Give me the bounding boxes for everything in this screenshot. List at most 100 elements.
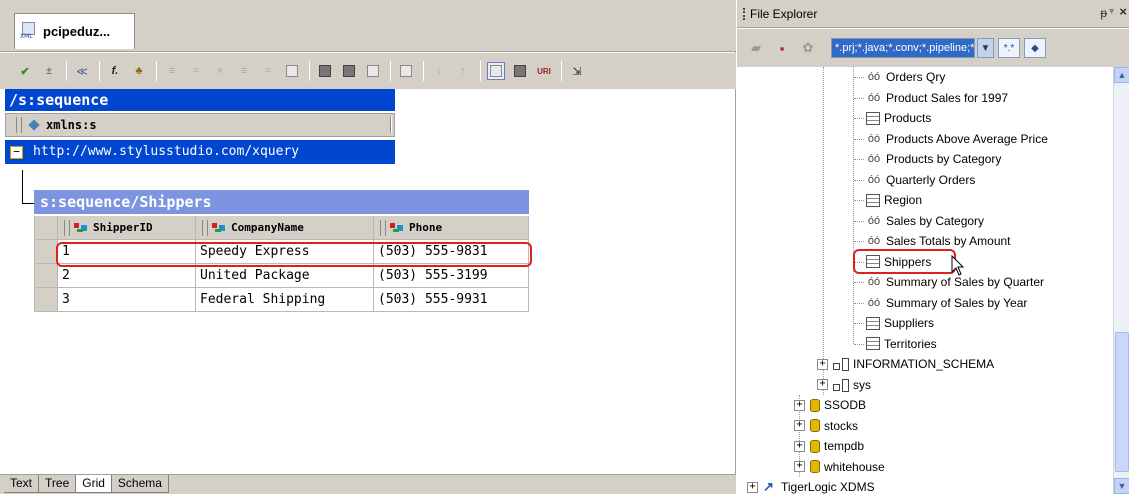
tree-item[interactable]: + stocks [794, 416, 858, 436]
row-selector[interactable] [34, 240, 58, 264]
attribute-column-header[interactable]: xmlns:s [5, 113, 395, 137]
column-header-companyname[interactable]: CompanyName [196, 216, 374, 240]
function-icon[interactable]: f. [106, 62, 124, 80]
uri-icon[interactable]: URI [535, 62, 553, 80]
tree-item[interactable]: óó Products by Category [866, 149, 1002, 169]
table-view-icon[interactable] [511, 62, 529, 80]
view-tabs: Text Tree Grid Schema [0, 474, 736, 494]
tree-guide [854, 118, 864, 119]
column-header-shipperid[interactable]: ShipperID [58, 216, 196, 240]
scroll-down-icon[interactable]: ▼ [1114, 478, 1129, 494]
tree-scrollbar[interactable]: ▲ ▼ [1113, 67, 1129, 494]
tree-item-label: Products [884, 111, 932, 125]
file-filter-input[interactable]: *.prj;*.java;*.conv;*.pipeline;*.re [831, 38, 975, 58]
document-tab[interactable]: XML pcipeduz... [14, 13, 135, 49]
cell-phone[interactable]: (503) 555-9931 [374, 288, 529, 312]
view-icon: óó [867, 296, 881, 309]
sync-icon[interactable]: ◆ [1024, 38, 1046, 58]
append-row-icon: = [192, 65, 200, 77]
expand-icon[interactable]: + [817, 379, 828, 390]
tree-item[interactable]: + tempdb [794, 436, 864, 456]
row-selector[interactable] [34, 264, 58, 288]
tree-item[interactable]: Suppliers [866, 313, 934, 333]
tree-item[interactable]: óó Sales Totals by Amount [866, 231, 1011, 251]
apply-filter-button[interactable]: *.* [998, 38, 1020, 58]
sort-ascending-icon: ↓ [436, 65, 442, 77]
expand-icon[interactable]: + [817, 358, 828, 370]
tree-item[interactable]: óó Sales by Category [866, 211, 984, 231]
cell-shipperid[interactable]: 3 [58, 288, 196, 312]
panel-menu-icon[interactable]: ▼ [1107, 6, 1116, 16]
cell-companyname[interactable]: United Package [196, 264, 374, 288]
tree-guide [854, 323, 864, 324]
toolbar-separator [561, 61, 562, 81]
shippers-table-title[interactable]: s:sequence/Shippers [34, 190, 529, 214]
chevron-down-icon[interactable]: ▼ [977, 38, 994, 58]
tree-item[interactable]: óó Orders Qry [866, 67, 945, 87]
expand-all-icon[interactable]: ⇲ [568, 62, 586, 80]
table-row[interactable]: 2 United Package (503) 555-3199 [34, 264, 529, 288]
tree-item[interactable]: + whitehouse [794, 457, 885, 477]
attribute-icon [28, 119, 40, 131]
expand-icon[interactable]: + [794, 461, 805, 472]
tree-item[interactable]: óó Quarterly Orders [866, 170, 975, 190]
expand-icon[interactable]: + [794, 420, 805, 431]
tab-tree[interactable]: Tree [39, 475, 77, 493]
tree-item[interactable]: Region [866, 190, 922, 210]
cell-companyname[interactable]: Federal Shipping [196, 288, 374, 312]
expand-icon[interactable]: + [794, 399, 805, 411]
scroll-thumb[interactable] [1115, 332, 1129, 472]
table-icon [866, 111, 880, 125]
validate-icon[interactable]: ✔ [16, 62, 34, 80]
expand-icon[interactable]: + [794, 440, 805, 452]
pin-icon[interactable]: ᵽ [1100, 6, 1107, 20]
tree-item-label: Quarterly Orders [886, 172, 976, 187]
append-column-icon[interactable] [340, 62, 358, 80]
tab-grid[interactable]: Grid [76, 475, 112, 493]
row-selector[interactable] [34, 288, 58, 312]
mouse-cursor-icon [951, 255, 965, 276]
row-highlight-annotation [56, 242, 532, 267]
namespace-value-cell[interactable]: http://www.stylusstudio.com/xquery [5, 140, 395, 164]
close-icon[interactable]: × [1119, 4, 1127, 19]
view-icon: óó [867, 71, 881, 83]
tab-text[interactable]: Text [4, 475, 40, 493]
tree-guide [854, 220, 864, 222]
hierarchy-icon[interactable]: ♣ [130, 62, 148, 80]
tree-connector [22, 170, 23, 203]
tree-guide [854, 159, 864, 160]
tree-item[interactable]: + sys [817, 375, 871, 395]
tree-item[interactable]: Territories [866, 334, 937, 354]
tree-item[interactable]: óó Product Sales for 1997 [866, 88, 1008, 108]
collapse-icon[interactable]: − [10, 146, 23, 159]
tree-item[interactable]: óó Summary of Sales by Year [866, 293, 1028, 313]
cell-phone[interactable]: (503) 555-3199 [374, 264, 529, 288]
tab-schema[interactable]: Schema [111, 475, 169, 493]
tree-item[interactable]: + ↗ TigerLogic XDMS [747, 477, 875, 494]
toolbar-separator [480, 61, 481, 81]
row-selector-header[interactable] [34, 216, 58, 240]
table-properties-icon[interactable] [283, 62, 301, 80]
table-icon [866, 193, 880, 207]
tree-item[interactable]: + SSODB [794, 395, 866, 415]
xdms-icon: ↗ [763, 479, 774, 494]
insert-column-icon[interactable] [316, 62, 334, 80]
element-icon [212, 222, 226, 233]
table-row[interactable]: 3 Federal Shipping (503) 555-9931 [34, 288, 529, 312]
expand-icon[interactable]: + [747, 481, 758, 493]
connect-icon[interactable]: ▪ [771, 39, 793, 57]
delete-row-icon: × [216, 65, 224, 77]
column-header-phone[interactable]: Phone [374, 216, 529, 240]
sort-icon[interactable]: ± [40, 62, 58, 80]
cell-shipperid[interactable]: 2 [58, 264, 196, 288]
tree-item[interactable]: + INFORMATION_SCHEMA [817, 354, 994, 374]
drag-handle[interactable] [743, 7, 746, 20]
sequence-header[interactable]: /s:sequence [5, 89, 395, 111]
scroll-up-icon[interactable]: ▲ [1114, 67, 1129, 83]
tree-item[interactable]: óó Products Above Average Price [866, 129, 1048, 149]
column-resize-handle[interactable] [390, 117, 392, 133]
tree-item[interactable]: Products [866, 108, 931, 128]
grid-view-icon[interactable] [487, 62, 505, 80]
xpath-icon[interactable]: ≪ [73, 62, 91, 80]
tree-item-label: Summary of Sales by Year [886, 295, 1028, 310]
